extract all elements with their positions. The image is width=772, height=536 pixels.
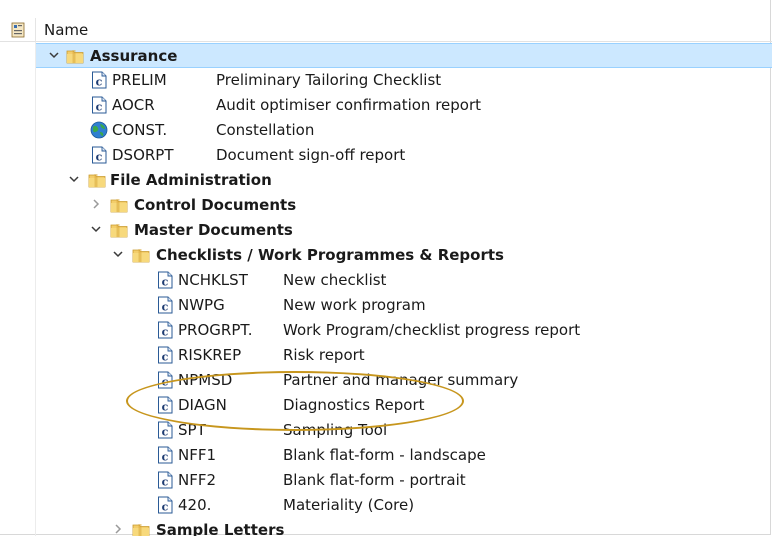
folder-icon <box>88 171 106 189</box>
item-description: Partner and manager summary <box>283 371 519 389</box>
c-document-icon <box>156 271 174 289</box>
tree-item-const[interactable]: CONST. Constellation <box>36 118 772 143</box>
item-code: DSORPT <box>112 146 174 164</box>
folder-label: Sample Letters <box>156 521 285 536</box>
name-column-header[interactable]: Name <box>44 20 88 40</box>
column-separator[interactable] <box>35 18 36 42</box>
item-code: PROGRPT. <box>178 321 253 339</box>
item-description: Sampling Tool <box>283 421 388 439</box>
tree-item-nff1[interactable]: NFF1 Blank flat-form - landscape <box>36 443 772 468</box>
folder-label: File Administration <box>110 171 272 189</box>
item-description: Blank flat-form - portrait <box>283 471 466 489</box>
item-description: Materiality (Core) <box>283 496 415 514</box>
item-code: CONST. <box>112 121 168 139</box>
folder-label: Master Documents <box>134 221 293 239</box>
c-document-icon <box>156 296 174 314</box>
folder-icon <box>110 196 128 214</box>
c-document-icon <box>156 371 174 389</box>
item-code: SPT <box>178 421 206 439</box>
item-code: NFF2 <box>178 471 217 489</box>
folder-icon <box>110 221 128 239</box>
tree-item-checklists[interactable]: Checklists / Work Programmes & Reports <box>36 243 772 268</box>
folder-icon <box>132 521 150 536</box>
tree-item-dsorpt[interactable]: DSORPT Document sign-off report <box>36 143 772 168</box>
item-code: NFF1 <box>178 446 217 464</box>
c-document-icon <box>156 446 174 464</box>
item-description: Risk report <box>283 346 365 364</box>
item-code: AOCR <box>112 96 155 114</box>
folder-icon <box>132 246 150 264</box>
item-description: Diagnostics Report <box>283 396 425 414</box>
tree-item-420[interactable]: 420. Materiality (Core) <box>36 493 772 518</box>
item-description: Audit optimiser confirmation report <box>216 96 482 114</box>
folder-label: Control Documents <box>134 196 297 214</box>
item-description: Work Program/checklist progress report <box>283 321 581 339</box>
tree-item-prelim[interactable]: PRELIM Preliminary Tailoring Checklist <box>36 68 772 93</box>
tree-item-master-documents[interactable]: Master Documents <box>36 218 772 243</box>
c-document-icon <box>156 346 174 364</box>
column-header: Name <box>0 0 772 42</box>
item-description: New work program <box>283 296 426 314</box>
tree-item-file-administration[interactable]: File Administration <box>36 168 772 193</box>
c-document-icon <box>156 496 174 514</box>
chevron-down-icon[interactable] <box>47 48 61 62</box>
folder-icon <box>66 47 84 65</box>
chevron-down-icon[interactable] <box>89 222 103 236</box>
chevron-right-icon[interactable] <box>111 522 125 536</box>
c-document-icon <box>156 471 174 489</box>
chevron-down-icon[interactable] <box>67 172 81 186</box>
tree-item-npmsd[interactable]: NPMSD Partner and manager summary <box>36 368 772 393</box>
folder-label: Assurance <box>90 47 178 65</box>
item-description: Document sign-off report <box>216 146 406 164</box>
item-code: RISKREP <box>178 346 242 364</box>
chevron-right-icon[interactable] <box>89 197 103 211</box>
c-document-icon <box>156 421 174 439</box>
folder-label: Checklists / Work Programmes & Reports <box>156 246 504 264</box>
item-code: PRELIM <box>112 71 167 89</box>
tree-item-assurance[interactable]: Assurance <box>36 43 772 68</box>
tree-item-spt[interactable]: SPT Sampling Tool <box>36 418 772 443</box>
tree-item-sample-letters[interactable]: Sample Letters <box>36 518 772 536</box>
item-description: Constellation <box>216 121 315 139</box>
tree-item-nchklst[interactable]: NCHKLST New checklist <box>36 268 772 293</box>
item-description: Blank flat-form - landscape <box>283 446 486 464</box>
tree-item-nff2[interactable]: NFF2 Blank flat-form - portrait <box>36 468 772 493</box>
globe-icon <box>90 121 108 139</box>
tree-item-control-documents[interactable]: Control Documents <box>36 193 772 218</box>
c-document-icon <box>156 396 174 414</box>
item-code: 420. <box>178 496 212 514</box>
tree-item-aocr[interactable]: AOCR Audit optimiser confirmation report <box>36 93 772 118</box>
tree-item-riskrep[interactable]: RISKREP Risk report <box>36 343 772 368</box>
tree-item-nwpg[interactable]: NWPG New work program <box>36 293 772 318</box>
item-code: DIAGN <box>178 396 227 414</box>
c-document-icon <box>156 321 174 339</box>
c-document-icon <box>90 146 108 164</box>
tree-item-diagn[interactable]: DIAGN Diagnostics Report <box>36 393 772 418</box>
item-code: NCHKLST <box>178 271 248 289</box>
c-document-icon <box>90 96 108 114</box>
column-type-icon[interactable] <box>9 21 27 39</box>
tree-item-progrpt[interactable]: PROGRPT. Work Program/checklist progress… <box>36 318 772 343</box>
item-code: NWPG <box>178 296 225 314</box>
item-description: New checklist <box>283 271 387 289</box>
chevron-down-icon[interactable] <box>111 247 125 261</box>
item-description: Preliminary Tailoring Checklist <box>216 71 442 89</box>
c-document-icon <box>90 71 108 89</box>
item-code: NPMSD <box>178 371 233 389</box>
